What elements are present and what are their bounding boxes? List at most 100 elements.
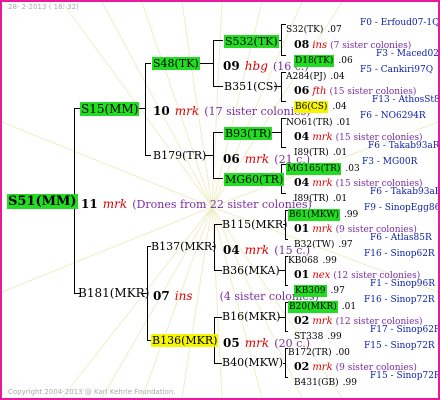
colony-b137[interactable]: B137(MKR) (151, 241, 216, 252)
colony-b16[interactable]: B16(MKR) (222, 311, 280, 322)
leaf-origin-code: F13 - AthosSt80R (372, 95, 440, 105)
connector-line (285, 256, 286, 285)
colony-mg60[interactable]: MG60(TR) (224, 173, 285, 186)
leaf-origin-code: F16 - Sinop62R (364, 249, 435, 259)
leaf-origin-code: F1 - Sinop96R (370, 279, 435, 289)
leaf-row: S32(TK) .07 F0 - Erfoud07-1Q (286, 19, 438, 35)
leaf-row: B32(TW) .97 F6 - Atlas85R (294, 234, 432, 250)
leaf-row: B20(MKR) .01 F16 - Sinop72R (288, 296, 435, 313)
leaf-value: .99 (342, 378, 357, 388)
connector-line (281, 72, 282, 101)
connector-line (214, 317, 222, 318)
connector-line (281, 118, 282, 147)
leaf-row: I89(TR) .01 F6 - Takab93aR (294, 188, 438, 204)
leaf-row: ST338 .99 F17 - Sinop62R (294, 326, 438, 342)
connector-line (213, 132, 223, 133)
connector-line (285, 239, 288, 240)
colony-b93[interactable]: B93(TR) (224, 127, 273, 140)
leaf-row: B6(CS).04F13 - AthosSt80R (294, 96, 438, 113)
connector-line (213, 86, 223, 87)
connector-line (145, 63, 151, 64)
root-num: 11 (81, 197, 98, 211)
leaf-colony-label[interactable]: B32(TW) (294, 240, 334, 250)
connector-line (285, 331, 288, 332)
mother-mrk: mrk (174, 104, 200, 118)
leaf-origin-code: F15 - Sinop72R (364, 341, 435, 351)
leaf-value: .04 (332, 102, 347, 112)
connector-line (285, 348, 286, 377)
connector-line (285, 377, 288, 378)
leaf-row: NO61(TR) .01 F6 - NO6294R (286, 112, 426, 128)
leaf-origin-code: F3 - Maced02Q (376, 49, 440, 59)
pedigree-frame: 28- 2-2013 ( 16: 32) S51(MM) 11 mrk (Dro… (0, 0, 440, 400)
leaf-value: .06 (338, 56, 353, 66)
connector-line (145, 155, 151, 156)
connector-line (285, 285, 288, 286)
leaf-colony-label[interactable]: I89(TR) (294, 148, 329, 158)
colony-s532[interactable]: S532(TK) (224, 35, 279, 48)
b179-num: 06 (223, 152, 240, 166)
colony-b179[interactable]: B179(TR) (153, 150, 206, 161)
leaf-row: KB309.97 F1 - Sinop96R (294, 280, 435, 297)
leaf-origin-code: F0 - Erfoud07-1Q (360, 18, 440, 28)
root-sister-colonies: (Drones from 22 sister colonies) (132, 198, 312, 211)
leaf-colony-label[interactable]: B431(GB) (294, 378, 339, 388)
leaf-value: .97 (330, 286, 345, 296)
leaf-row: I89(TR) .01 F6 - Takab93aR (294, 142, 438, 158)
colony-b351[interactable]: B351(CS) (224, 81, 278, 92)
leaf-colony-label[interactable]: I89(TR) (294, 194, 329, 204)
colony-b40[interactable]: B40(MKW) (222, 357, 283, 368)
leaf-colony-label[interactable]: ST338 (294, 332, 323, 342)
leaf-value: .01 (332, 194, 348, 204)
b136-mrk: mrk (244, 336, 270, 350)
leaf-origin-code: F6 - NO6294R (360, 111, 426, 121)
connector-line (281, 147, 286, 148)
b137-num: 04 (223, 243, 240, 257)
leaf-value: .97 (338, 240, 353, 250)
connector-line (213, 40, 214, 86)
connector-line (214, 224, 222, 225)
leaf-origin-code: F17 - Sinop62R (370, 325, 440, 335)
leaf-value: .07 (327, 25, 342, 35)
leaf-row: B172(TR) .00 F15 - Sinop72R (288, 342, 435, 358)
leaf-row: KB068.99 F16 - Sinop62R (288, 250, 435, 266)
mother-colony-label[interactable]: S15(MM) (80, 102, 140, 116)
leaf-origin-code: F3 - MG00R (362, 157, 418, 167)
connector-line (281, 24, 282, 55)
leaf-origin-code: F15 - Sinop72R (370, 371, 440, 381)
connector-line (285, 302, 286, 331)
colony-b136[interactable]: B136(MKR) (151, 334, 219, 347)
copyright-footer: Copyright 2004-2013 @ Karl Kehrle Founda… (8, 388, 176, 396)
s48-mrk: hbg (244, 59, 268, 73)
connector-line (213, 178, 223, 179)
colony-b115[interactable]: B115(MKR) (222, 219, 287, 230)
leaf-origin-code: F16 - Sinop72R (364, 295, 435, 305)
root-colony-label[interactable]: S51(MM) (7, 194, 78, 209)
leaf-row: B431(GB) .99 F15 - Sinop72R (294, 372, 438, 388)
leaf-origin-code: F6 - Takab93aR (370, 187, 440, 197)
leaf-origin-code: F5 - Cankiri97Q (360, 65, 434, 75)
connector-line (145, 63, 146, 155)
father-colony-label[interactable]: B181(MKR) (78, 287, 149, 299)
leaf-row: D18(TK) .06 F3 - Maced02Q (294, 50, 438, 67)
leaf-colony-label[interactable]: S32(TK) (286, 25, 323, 35)
connector-line (213, 40, 223, 41)
connector-line (214, 270, 222, 271)
colony-s48[interactable]: S48(TK) (152, 57, 200, 70)
root-drone-info: 11 mrk (Drones from 22 sister colonies) (81, 195, 312, 211)
b137-mrk: mrk (244, 243, 270, 257)
connector-line (281, 193, 286, 194)
leaf-value: .99 (327, 332, 342, 342)
mother-num: 10 (153, 104, 170, 118)
leaf-origin-code: F9 - SinopEgg86R (364, 203, 440, 213)
leaf-value: .01 (332, 148, 348, 158)
timestamp-header: 28- 2-2013 ( 16: 32) (8, 3, 79, 11)
colony-b36[interactable]: B36(MKA) (222, 265, 280, 276)
father-num: 07 (153, 289, 170, 303)
connector-line (281, 55, 286, 56)
b136-num: 05 (223, 336, 240, 350)
connector-line (199, 63, 213, 64)
leaf-row: MG165(TR) .03 F3 - MG00R (286, 158, 417, 175)
connector-line (214, 363, 222, 364)
connector-line (213, 132, 214, 178)
